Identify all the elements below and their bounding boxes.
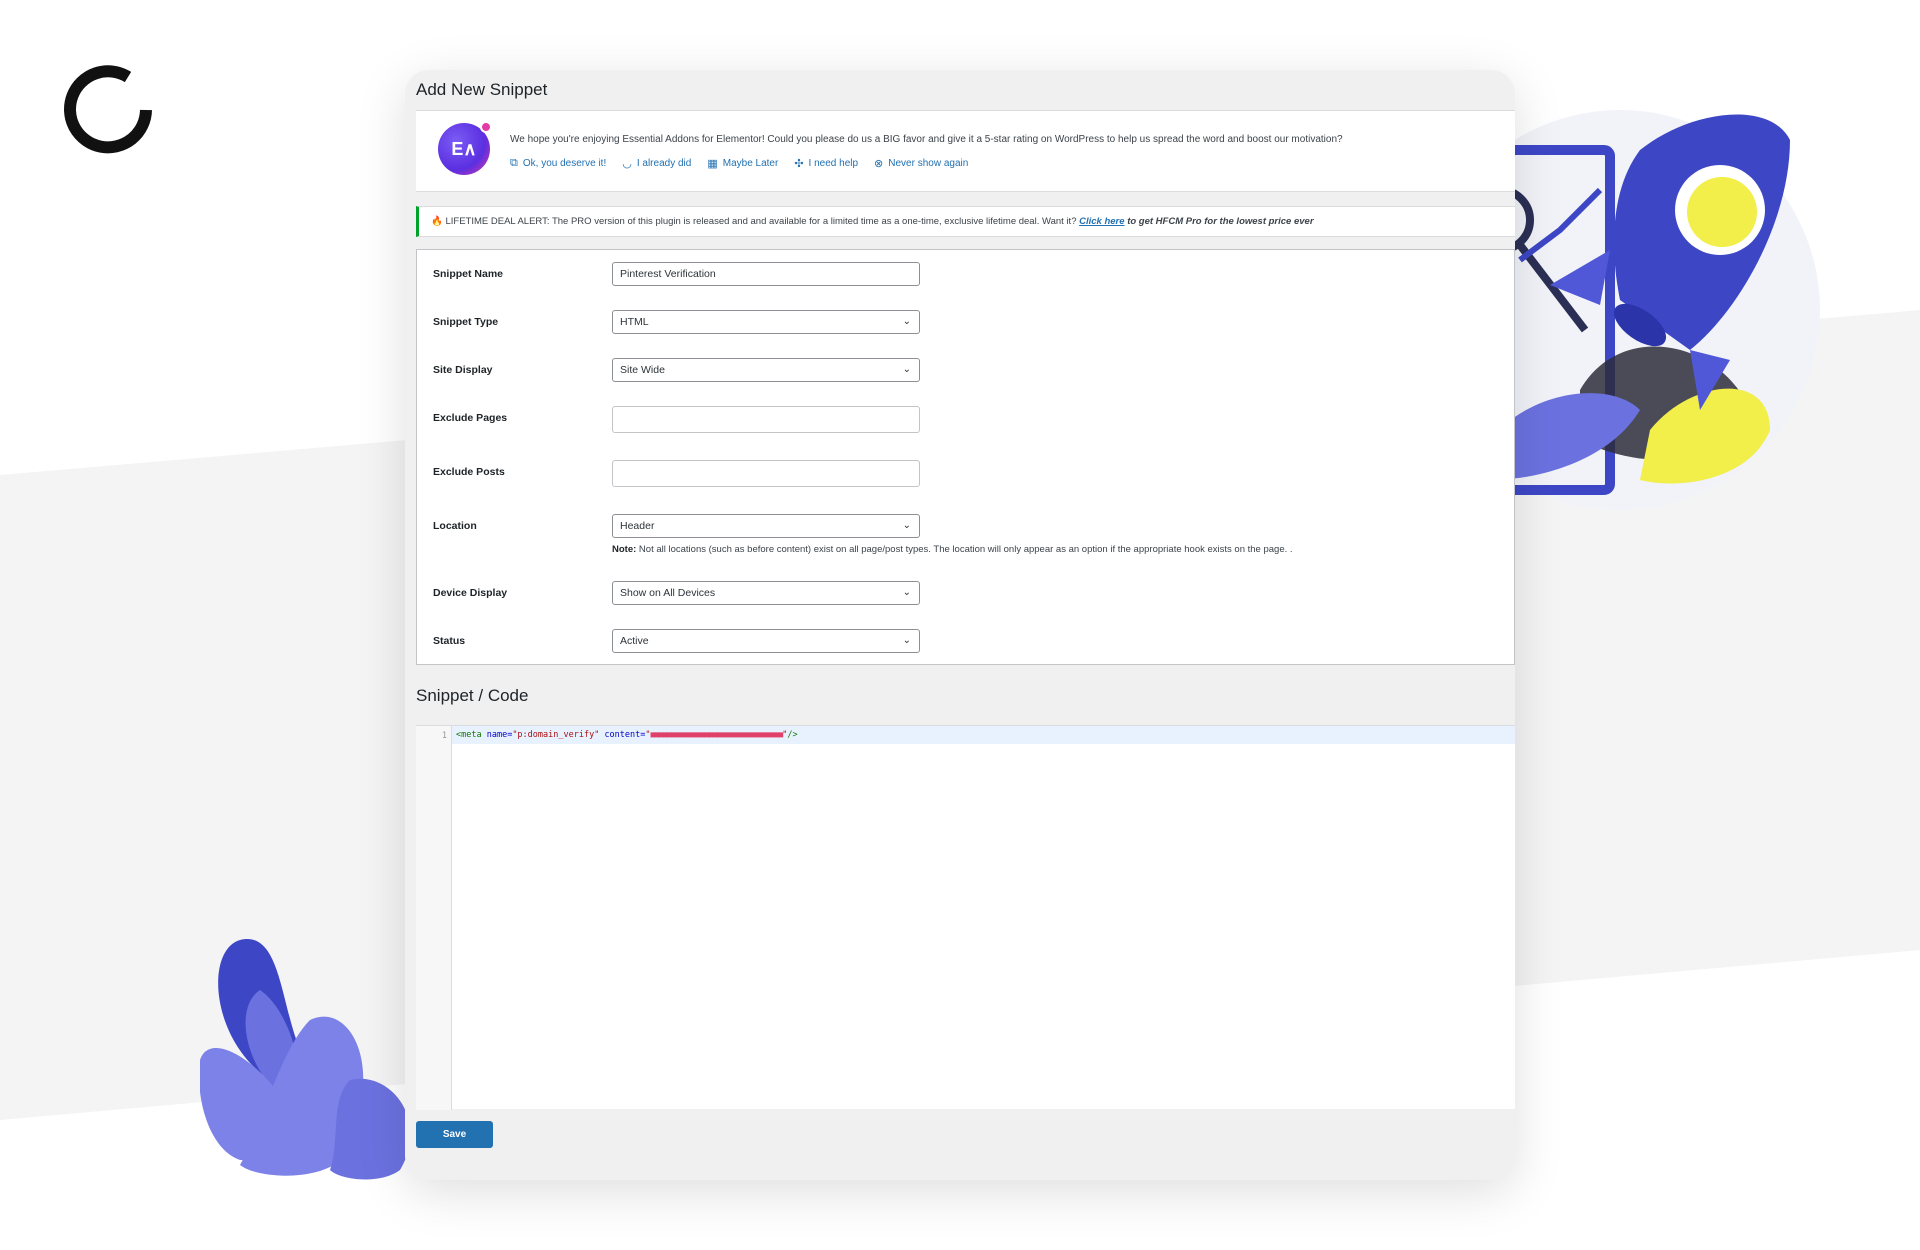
snippet-name-input[interactable]: Pinterest Verification bbox=[612, 262, 920, 286]
admin-window: Add New Snippet E∧ We hope you're enjoyi… bbox=[405, 70, 1515, 1180]
exclude-pages-input[interactable] bbox=[612, 406, 920, 433]
maybe-later-link[interactable]: ▦ Maybe Later bbox=[707, 157, 778, 170]
location-label: Location bbox=[433, 520, 477, 532]
never-show-link[interactable]: ⊗ Never show again bbox=[874, 157, 968, 170]
lifetime-deal-notice: 🔥 LIFETIME DEAL ALERT: The PRO version o… bbox=[416, 206, 1515, 237]
brand-logo-icon bbox=[64, 65, 152, 154]
exclude-posts-input[interactable] bbox=[612, 460, 920, 487]
redacted-verification-code: ■■■■■■■■■■■■■■■■■■■■■■■■■■■■■■■■ bbox=[650, 730, 784, 740]
status-select[interactable]: Active ⌄ bbox=[612, 629, 920, 653]
close-circle-icon: ⊗ bbox=[874, 158, 884, 170]
status-label: Status bbox=[433, 635, 466, 647]
rating-notice-links: ⧉ Ok, you deserve it! ◡ I already did ▦ … bbox=[510, 157, 968, 170]
code-editor[interactable]: 1 <meta name="p:domain_verify" content="… bbox=[416, 725, 1515, 1110]
line-number: 1 bbox=[441, 731, 447, 741]
snippet-form: Snippet Name Pinterest Verification Snip… bbox=[416, 249, 1515, 665]
plant-illustration-icon bbox=[200, 939, 411, 1180]
location-select[interactable]: Header ⌄ bbox=[612, 514, 920, 538]
click-here-link[interactable]: Click here bbox=[1079, 216, 1124, 227]
calendar-icon: ▦ bbox=[707, 158, 718, 170]
chevron-down-icon: ⌄ bbox=[902, 520, 911, 531]
snippet-name-label: Snippet Name bbox=[433, 268, 504, 280]
page-title: Add New Snippet bbox=[416, 80, 548, 99]
snippet-type-label: Snippet Type bbox=[433, 316, 499, 328]
rocket-illustration-icon bbox=[1490, 110, 1820, 510]
code-section-title: Snippet / Code bbox=[416, 686, 529, 705]
chevron-down-icon: ⌄ bbox=[902, 316, 911, 327]
device-display-select[interactable]: Show on All Devices ⌄ bbox=[612, 581, 920, 605]
site-display-label: Site Display bbox=[433, 364, 493, 376]
line-gutter: 1 bbox=[416, 726, 452, 1110]
essential-addons-logo-icon: E∧ bbox=[438, 121, 492, 175]
external-link-icon: ⧉ bbox=[510, 157, 518, 169]
fire-icon: 🔥 bbox=[431, 216, 443, 227]
exclude-pages-label: Exclude Pages bbox=[433, 412, 508, 424]
device-display-label: Device Display bbox=[433, 587, 508, 599]
help-icon: ✣ bbox=[794, 158, 804, 170]
exclude-posts-label: Exclude Posts bbox=[433, 466, 505, 478]
rating-notice-message: We hope you're enjoying Essential Addons… bbox=[510, 134, 1343, 145]
smile-icon: ◡ bbox=[622, 158, 632, 170]
chevron-down-icon: ⌄ bbox=[902, 635, 911, 646]
ok-deserve-link[interactable]: ⧉ Ok, you deserve it! bbox=[510, 157, 606, 170]
save-button[interactable]: Save bbox=[416, 1121, 493, 1148]
chevron-down-icon: ⌄ bbox=[902, 587, 911, 598]
code-line[interactable]: <meta name="p:domain_verify" content="■■… bbox=[456, 730, 798, 740]
snippet-type-select[interactable]: HTML ⌄ bbox=[612, 310, 920, 334]
site-display-select[interactable]: Site Wide ⌄ bbox=[612, 358, 920, 382]
chevron-down-icon: ⌄ bbox=[902, 364, 911, 375]
location-note: Note: Not all locations (such as before … bbox=[612, 544, 1293, 555]
already-did-link[interactable]: ◡ I already did bbox=[622, 157, 691, 170]
rating-notice: E∧ We hope you're enjoying Essential Add… bbox=[416, 110, 1515, 192]
need-help-link[interactable]: ✣ I need help bbox=[794, 157, 858, 170]
